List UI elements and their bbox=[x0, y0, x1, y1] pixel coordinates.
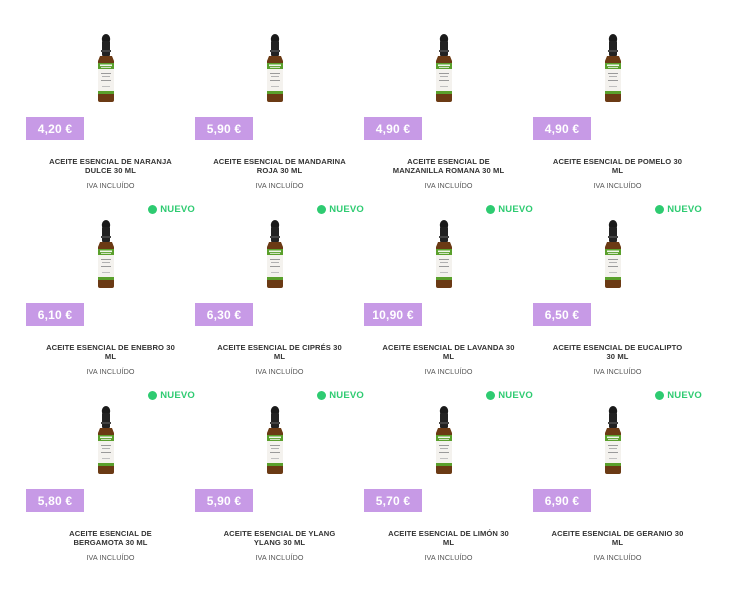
green-dot-icon bbox=[317, 391, 327, 400]
green-dot-icon bbox=[148, 391, 158, 400]
product-grid: 4,20 € ACEITE ESENCIAL DE NARANJA DULCE 3… bbox=[0, 0, 750, 581]
product-title-link[interactable]: ACEITE ESENCIAL DE GERANIO 30 ML bbox=[533, 529, 702, 547]
product-card[interactable]: NUEVO 6,30 € ACEITE ESENCIAL DE CIPRÉS 30… bbox=[195, 204, 364, 404]
product-card[interactable]: NUEVO 5,90 € ACEITE ESENCIAL DE YLANG YLA… bbox=[195, 390, 364, 590]
new-badge-label: NUEVO bbox=[667, 390, 702, 401]
new-badge: NUEVO bbox=[655, 390, 702, 401]
essential-oil-bottle-image[interactable] bbox=[599, 220, 627, 288]
product-title-link[interactable]: ACEITE ESENCIAL DE CIPRÉS 30 ML bbox=[195, 343, 364, 361]
product-card[interactable]: 5,90 € ACEITE ESENCIAL DE MANDARINA ROJA … bbox=[195, 28, 364, 218]
new-badge: NUEVO bbox=[148, 390, 195, 401]
green-dot-icon bbox=[655, 205, 665, 214]
price-tag: 5,90 € bbox=[195, 489, 253, 512]
product-card[interactable]: NUEVO 6,90 € ACEITE ESENCIAL DE GERANIO 3… bbox=[533, 390, 702, 590]
essential-oil-bottle-image[interactable] bbox=[599, 34, 627, 102]
product-title-link[interactable]: ACEITE ESENCIAL DE LIMÓN 30 ML bbox=[364, 529, 533, 547]
product-title-link[interactable]: ACEITE ESENCIAL DE LAVANDA 30 ML bbox=[364, 343, 533, 361]
tax-included-note: IVA INCLUÍDO bbox=[593, 181, 642, 190]
price-tag: 5,80 € bbox=[26, 489, 84, 512]
essential-oil-bottle-image[interactable] bbox=[92, 220, 120, 288]
product-card[interactable]: NUEVO 10,90 € ACEITE ESENCIAL DE LAVANDA … bbox=[364, 204, 533, 404]
new-badge-label: NUEVO bbox=[329, 390, 364, 401]
product-card[interactable]: NUEVO 6,10 € ACEITE ESENCIAL DE ENEBRO 30… bbox=[26, 204, 195, 404]
product-title-link[interactable]: ACEITE ESENCIAL DE ENEBRO 30 ML bbox=[26, 343, 195, 361]
new-badge: NUEVO bbox=[317, 390, 364, 401]
essential-oil-bottle-image[interactable] bbox=[261, 34, 289, 102]
tax-included-note: IVA INCLUÍDO bbox=[255, 367, 304, 376]
product-title-link[interactable]: ACEITE ESENCIAL DE EUCALIPTO 30 ML bbox=[533, 343, 702, 361]
tax-included-note: IVA INCLUÍDO bbox=[424, 367, 473, 376]
product-title-link[interactable]: ACEITE ESENCIAL DE MANZANILLA ROMANA 30 … bbox=[364, 157, 533, 175]
tax-included-note: IVA INCLUÍDO bbox=[86, 367, 135, 376]
product-title-link[interactable]: ACEITE ESENCIAL DE MANDARINA ROJA 30 ML bbox=[195, 157, 364, 175]
price-tag: 6,10 € bbox=[26, 303, 84, 326]
essential-oil-bottle-image[interactable] bbox=[430, 220, 458, 288]
tax-included-note: IVA INCLUÍDO bbox=[593, 553, 642, 562]
green-dot-icon bbox=[486, 205, 496, 214]
tax-included-note: IVA INCLUÍDO bbox=[424, 553, 473, 562]
price-tag: 4,90 € bbox=[364, 117, 422, 140]
product-card[interactable]: 4,20 € ACEITE ESENCIAL DE NARANJA DULCE 3… bbox=[26, 28, 195, 218]
essential-oil-bottle-image[interactable] bbox=[599, 406, 627, 474]
price-tag: 5,90 € bbox=[195, 117, 253, 140]
tax-included-note: IVA INCLUÍDO bbox=[86, 553, 135, 562]
product-card[interactable]: 4,90 € ACEITE ESENCIAL DE POMELO 30 ML IVA… bbox=[533, 28, 702, 218]
essential-oil-bottle-image[interactable] bbox=[261, 406, 289, 474]
new-badge-label: NUEVO bbox=[160, 390, 195, 401]
price-tag: 10,90 € bbox=[364, 303, 422, 326]
green-dot-icon bbox=[317, 205, 327, 214]
price-tag: 6,50 € bbox=[533, 303, 591, 326]
new-badge: NUEVO bbox=[486, 204, 533, 215]
tax-included-note: IVA INCLUÍDO bbox=[255, 181, 304, 190]
product-title-link[interactable]: ACEITE ESENCIAL DE NARANJA DULCE 30 ML bbox=[26, 157, 195, 175]
product-card[interactable]: NUEVO 5,70 € ACEITE ESENCIAL DE LIMÓN 30 … bbox=[364, 390, 533, 590]
new-badge: NUEVO bbox=[486, 390, 533, 401]
new-badge-label: NUEVO bbox=[329, 204, 364, 215]
tax-included-note: IVA INCLUÍDO bbox=[424, 181, 473, 190]
new-badge: NUEVO bbox=[148, 204, 195, 215]
product-card[interactable]: 4,90 € ACEITE ESENCIAL DE MANZANILLA ROMA… bbox=[364, 28, 533, 218]
essential-oil-bottle-image[interactable] bbox=[261, 220, 289, 288]
price-tag: 4,20 € bbox=[26, 117, 84, 140]
essential-oil-bottle-image[interactable] bbox=[430, 34, 458, 102]
new-badge-label: NUEVO bbox=[498, 390, 533, 401]
price-tag: 6,30 € bbox=[195, 303, 253, 326]
new-badge-label: NUEVO bbox=[160, 204, 195, 215]
price-tag: 4,90 € bbox=[533, 117, 591, 140]
new-badge-label: NUEVO bbox=[667, 204, 702, 215]
product-card[interactable]: NUEVO 6,50 € ACEITE ESENCIAL DE EUCALIPTO… bbox=[533, 204, 702, 404]
tax-included-note: IVA INCLUÍDO bbox=[255, 553, 304, 562]
price-tag: 5,70 € bbox=[364, 489, 422, 512]
green-dot-icon bbox=[655, 391, 665, 400]
new-badge: NUEVO bbox=[655, 204, 702, 215]
product-title-link[interactable]: ACEITE ESENCIAL DE YLANG YLANG 30 ML bbox=[195, 529, 364, 547]
essential-oil-bottle-image[interactable] bbox=[92, 34, 120, 102]
product-card[interactable]: NUEVO 5,80 € ACEITE ESENCIAL DE BERGAMOTA… bbox=[26, 390, 195, 590]
product-title-link[interactable]: ACEITE ESENCIAL DE POMELO 30 ML bbox=[533, 157, 702, 175]
tax-included-note: IVA INCLUÍDO bbox=[86, 181, 135, 190]
product-title-link[interactable]: ACEITE ESENCIAL DE BERGAMOTA 30 ML bbox=[26, 529, 195, 547]
essential-oil-bottle-image[interactable] bbox=[92, 406, 120, 474]
green-dot-icon bbox=[148, 205, 158, 214]
essential-oil-bottle-image[interactable] bbox=[430, 406, 458, 474]
tax-included-note: IVA INCLUÍDO bbox=[593, 367, 642, 376]
price-tag: 6,90 € bbox=[533, 489, 591, 512]
new-badge-label: NUEVO bbox=[498, 204, 533, 215]
green-dot-icon bbox=[486, 391, 496, 400]
new-badge: NUEVO bbox=[317, 204, 364, 215]
